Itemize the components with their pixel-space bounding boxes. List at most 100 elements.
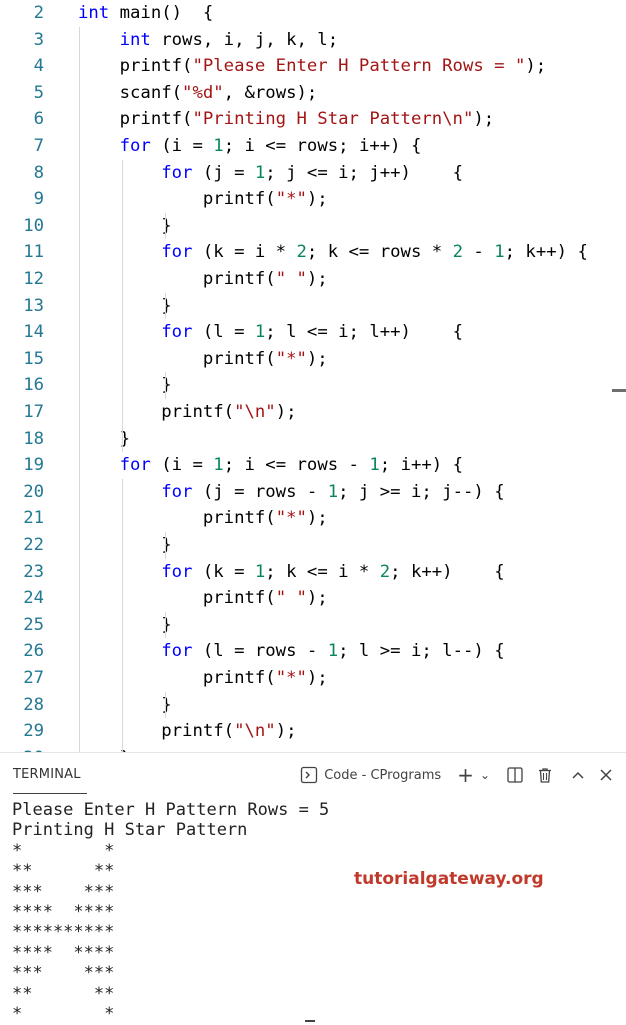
code-token: 2: [452, 242, 463, 263]
code-line[interactable]: 18 }: [0, 426, 626, 453]
line-number: 13: [23, 295, 44, 316]
line-number: 23: [23, 561, 44, 582]
indent-guide: [165, 691, 166, 719]
line-number: 17: [23, 402, 44, 422]
line-number: 30: [0, 745, 44, 752]
code-text: for (i = 1; i <= rows - 1; i++) {: [78, 452, 463, 479]
code-line[interactable]: 11 for (k = i * 2; k <= rows * 2 - 1; k+…: [0, 239, 626, 266]
terminal-name[interactable]: Code - CPrograms: [324, 764, 441, 786]
code-token: }: [78, 215, 172, 236]
indent-guide: [165, 212, 166, 240]
code-token: printf(: [78, 668, 276, 688]
code-line[interactable]: 6 printf("Printing H Star Pattern\n");: [0, 106, 626, 133]
line-number: 7: [33, 136, 44, 156]
code-token: "\n": [234, 721, 276, 742]
indent-guide: [165, 611, 166, 639]
code-line[interactable]: 21 printf("*");: [0, 505, 626, 532]
code-token: );: [306, 668, 328, 688]
code-line[interactable]: 27 printf("*");: [0, 665, 626, 692]
close-icon[interactable]: [598, 764, 614, 786]
terminal-icon[interactable]: [300, 764, 318, 786]
code-text: printf("Printing H Star Pattern\n");: [78, 106, 495, 133]
code-line[interactable]: 26 for (l = rows - 1; l >= i; l--) {: [0, 638, 626, 665]
code-line[interactable]: 22 }: [0, 532, 626, 559]
terminal-line: Please Enter H Pattern Rows = 5: [12, 800, 330, 820]
code-token: }: [78, 535, 172, 555]
code-text: }: [78, 532, 172, 559]
split-terminal-icon[interactable]: [506, 764, 524, 786]
code-text: }: [78, 293, 171, 320]
code-line[interactable]: 28 }: [0, 692, 626, 719]
line-number: 21: [23, 508, 44, 529]
code-token: -: [462, 242, 495, 263]
terminal-line: * *: [12, 840, 115, 861]
code-line[interactable]: 16 }: [0, 372, 626, 399]
code-line[interactable]: 2 int main() {: [0, 0, 626, 27]
code-line[interactable]: 3 int rows, i, j, k, l;: [0, 27, 626, 54]
trash-icon[interactable]: [536, 764, 554, 786]
code-text: for (j = 1; j <= i; j++) {: [78, 160, 463, 187]
code-text: }: [78, 213, 172, 240]
code-line[interactable]: 9 printf("*");: [0, 186, 626, 213]
code-line[interactable]: 12 printf(" ");: [0, 266, 626, 293]
code-line[interactable]: 7 for (i = 1; i <= rows; i++) {: [0, 133, 626, 160]
maximize-panel-icon[interactable]: [570, 764, 586, 786]
code-line[interactable]: 4 printf("Please Enter H Pattern Rows = …: [0, 53, 626, 80]
code-token: "*": [275, 348, 307, 369]
chevron-down-icon[interactable]: ⌄: [480, 764, 490, 786]
code-line[interactable]: 15 printf("*");: [0, 346, 626, 373]
code-token: "Printing H Star Pattern\n": [192, 109, 474, 130]
code-token: printf(: [78, 402, 235, 422]
terminal-line: *** ***: [12, 963, 115, 984]
code-text: for (l = rows - 1; l >= i; l--) {: [78, 638, 504, 665]
code-text: printf("*");: [78, 505, 328, 532]
code-token: );: [306, 269, 328, 289]
code-line[interactable]: 13 }: [0, 293, 626, 320]
code-token: rows, i, j, k, l;: [150, 29, 339, 50]
code-token: " ": [275, 269, 307, 289]
code-line[interactable]: 14 for (l = 1; l <= i; l++) {: [0, 319, 626, 346]
line-number: 8: [33, 162, 44, 183]
code-text: printf("*");: [78, 665, 328, 692]
new-terminal-button[interactable]: +: [457, 763, 474, 787]
code-editor[interactable]: 2 int main() {3 int rows, i, j, k, l; 4 pr…: [0, 0, 626, 752]
line-number: 4: [33, 56, 44, 77]
code-token: for: [161, 481, 193, 502]
code-line[interactable]: 25 }: [0, 612, 626, 639]
code-token: 1: [254, 561, 266, 582]
code-token: 1: [213, 136, 224, 156]
code-text: for (i = 1; i <= rows; i++) {: [78, 133, 422, 160]
line-number: 29: [23, 721, 44, 742]
code-token: ; k <= i *: [265, 561, 380, 582]
code-text: }: [78, 612, 171, 639]
watermark-logo: tutorialgateway.org: [354, 869, 544, 889]
code-token: );: [275, 402, 297, 422]
line-number: 20: [23, 481, 44, 502]
code-line[interactable]: 24 printf(" ");: [0, 585, 626, 612]
code-line[interactable]: 30 }: [0, 745, 626, 752]
terminal-output[interactable]: Please Enter H Pattern Rows = 5 Printing …: [12, 800, 329, 1024]
code-line[interactable]: 8 for (j = 1; j <= i; j++) {: [0, 160, 626, 187]
code-token: printf(: [78, 56, 193, 77]
tab-terminal[interactable]: TERMINAL: [13, 767, 81, 782]
terminal-line: **** ****: [12, 902, 115, 923]
active-tab-indicator: [13, 793, 87, 794]
code-token: }: [78, 694, 172, 715]
code-token: 2: [379, 561, 391, 582]
code-line[interactable]: 17 printf("\n");: [0, 399, 626, 426]
code-line[interactable]: 10 }: [0, 213, 626, 240]
line-number: 2: [33, 3, 44, 23]
code-token: , &rows);: [223, 82, 318, 103]
code-text: int rows, i, j, k, l;: [78, 27, 339, 54]
scrollbar-marker[interactable]: [612, 389, 626, 392]
code-line[interactable]: 19 for (i = 1; i <= rows - 1; i++) {: [0, 452, 626, 479]
code-line[interactable]: 29 printf("\n");: [0, 718, 626, 745]
code-line[interactable]: 20 for (j = rows - 1; j >= i; j--) {: [0, 479, 626, 506]
code-token: 1: [254, 322, 266, 343]
code-line[interactable]: 5 scanf("%d", &rows);: [0, 80, 626, 107]
code-line[interactable]: 23 for (k = 1; k <= i * 2; k++) {: [0, 559, 626, 586]
code-text: for (k = i * 2; k <= rows * 2 - 1; k++) …: [78, 239, 588, 266]
